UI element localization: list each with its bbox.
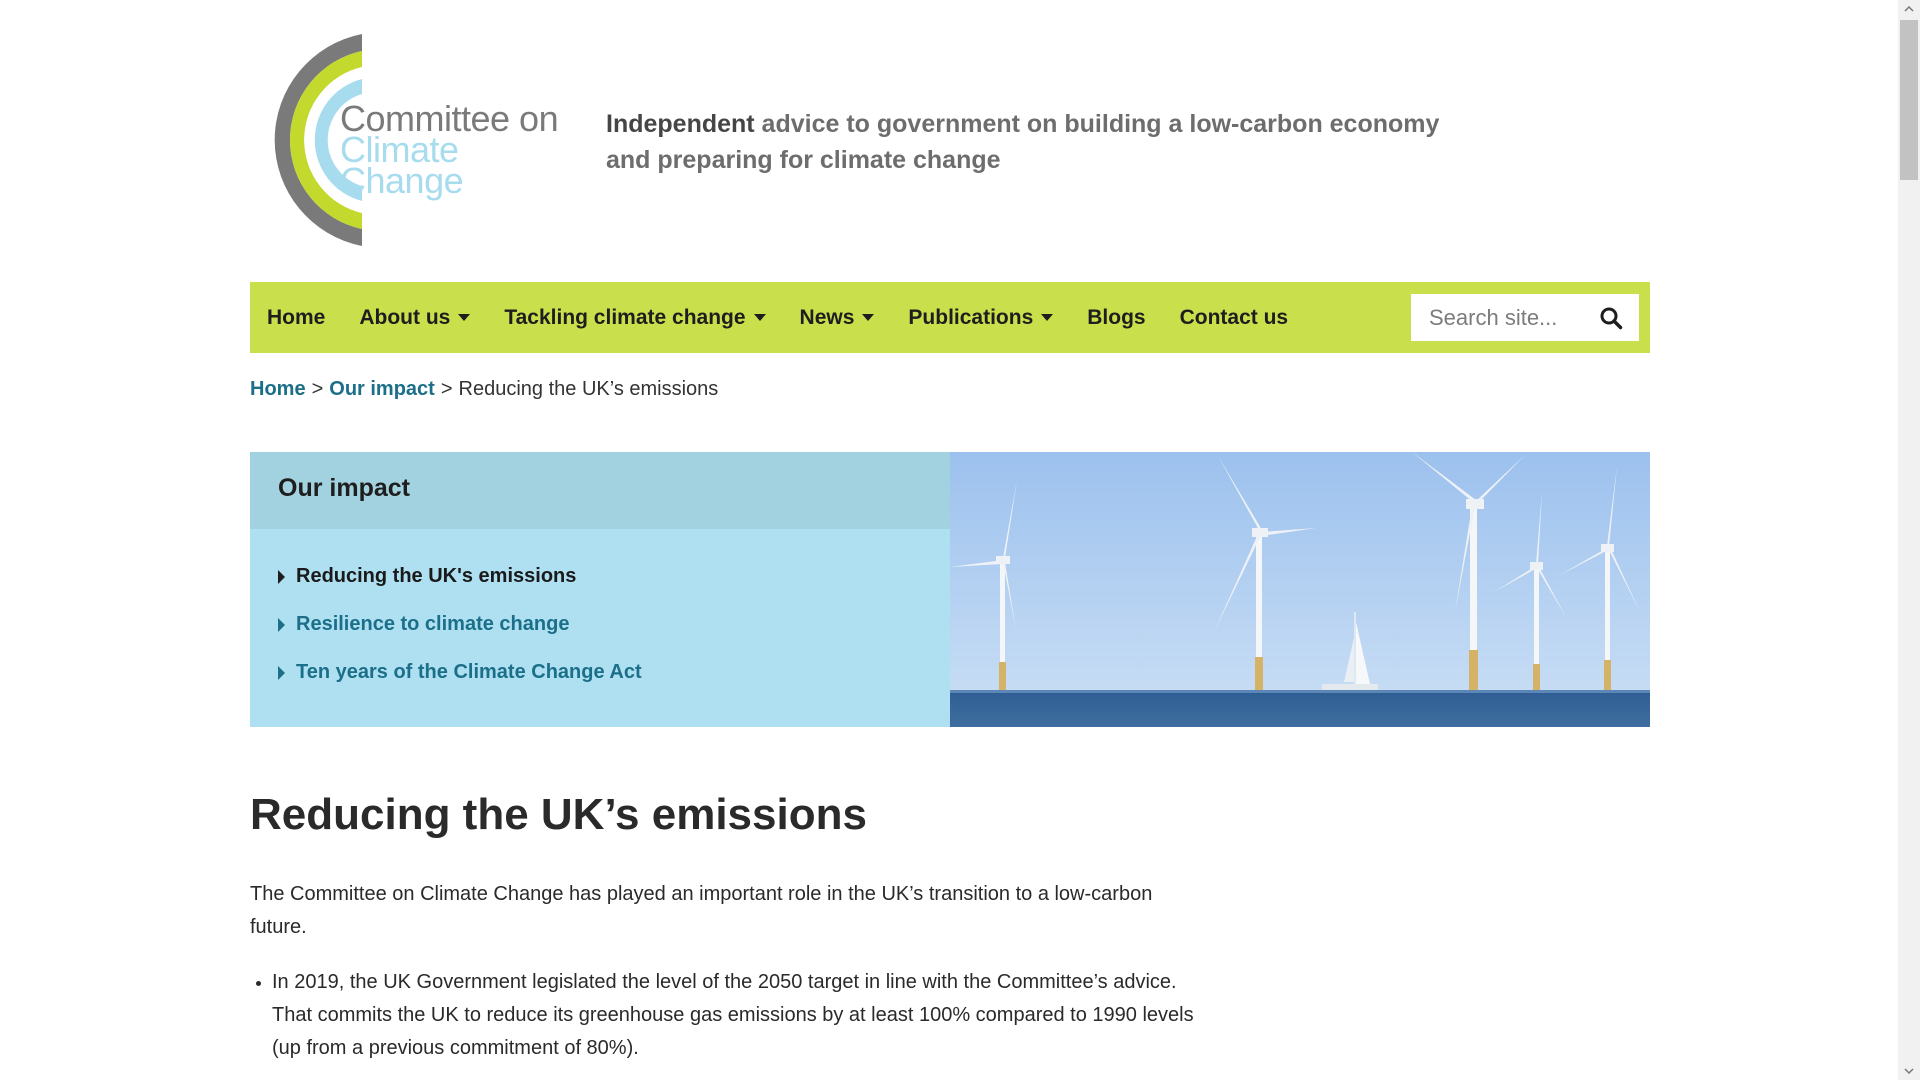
search-input[interactable]	[1411, 294, 1599, 341]
caret-down-icon	[458, 314, 471, 321]
impact-item-resilience[interactable]: Resilience to climate change	[278, 613, 642, 661]
impact-item-label: Resilience to climate change	[296, 613, 570, 635]
breadcrumb-current: Reducing the UK’s emissions	[458, 378, 719, 400]
our-impact-header: Our impact	[250, 452, 950, 529]
logo-text: Committee on Climate Change	[340, 101, 580, 201]
nav-item-about-us[interactable]: About us	[342, 282, 487, 353]
list-item-text: In 2019, the UK Government legislated th…	[272, 971, 1194, 1059]
logo-line-2: Climate Change	[340, 129, 464, 201]
triangle-right-icon	[278, 570, 285, 584]
nav-item-label: About us	[359, 305, 451, 329]
scroll-up-arrow-icon[interactable]	[1898, 0, 1920, 18]
nav-item-blogs[interactable]: Blogs	[1070, 282, 1162, 353]
main-nav: Home About us Tackling climate change Ne…	[250, 282, 1650, 353]
nav-item-label: News	[799, 305, 855, 329]
page-title: Reducing the UK’s emissions	[250, 790, 867, 839]
caret-down-icon	[1041, 314, 1054, 321]
impact-item-label: Ten years of the Climate Change Act	[296, 661, 642, 683]
triangle-right-icon	[278, 618, 285, 632]
intro-paragraph: The Committee on Climate Change has play…	[250, 883, 1153, 938]
breadcrumb-home-link[interactable]: Home	[250, 378, 306, 400]
nav-item-label: Tackling climate change	[504, 305, 746, 329]
list-item: In 2019, the UK Government legislated th…	[250, 966, 1212, 1065]
our-impact-title: Our impact	[278, 474, 410, 502]
nav-item-publications[interactable]: Publications	[891, 282, 1070, 353]
nav-item-label: Contact us	[1179, 305, 1289, 329]
nav-item-label: Home	[267, 305, 326, 329]
caret-down-icon	[753, 314, 766, 321]
triangle-right-icon	[278, 666, 285, 680]
nav-item-label: Blogs	[1087, 305, 1146, 329]
bullet-icon	[256, 981, 261, 986]
nav-items: Home About us Tackling climate change Ne…	[250, 282, 1305, 353]
nav-item-tackling-climate-change[interactable]: Tackling climate change	[487, 282, 782, 353]
nav-item-contact-us[interactable]: Contact us	[1163, 282, 1306, 353]
impact-item-label: Reducing the UK's emissions	[296, 565, 577, 587]
search-box	[1411, 294, 1639, 341]
our-impact-list: Reducing the UK's emissions Resilience t…	[278, 565, 642, 709]
breadcrumb-separator: >	[440, 378, 453, 400]
impact-item-reducing-emissions[interactable]: Reducing the UK's emissions	[278, 565, 642, 613]
site-logo[interactable]: Committee on Climate Change	[250, 30, 580, 250]
tagline-bold: Independent	[606, 110, 755, 138]
search-icon[interactable]	[1599, 306, 1623, 330]
scroll-down-arrow-icon[interactable]	[1898, 1062, 1920, 1080]
site-tagline: Independent advice to government on buil…	[606, 106, 1486, 178]
caret-down-icon	[862, 314, 875, 321]
scrollbar-thumb[interactable]	[1900, 20, 1918, 180]
breadcrumb-separator: >	[311, 378, 324, 400]
impact-item-ten-years-act[interactable]: Ten years of the Climate Change Act	[278, 661, 642, 709]
nav-item-home[interactable]: Home	[250, 282, 342, 353]
vertical-scrollbar[interactable]	[1898, 0, 1920, 1080]
our-impact-panel: Our impact Reducing the UK's emissions R…	[250, 452, 950, 727]
nav-item-news[interactable]: News	[783, 282, 892, 353]
breadcrumb: Home > Our impact > Reducing the UK’s emissi…	[250, 378, 718, 401]
breadcrumb-our-impact-link[interactable]: Our impact	[329, 378, 435, 400]
wind-farm-hero-image	[950, 452, 1650, 727]
nav-item-label: Publications	[908, 305, 1034, 329]
